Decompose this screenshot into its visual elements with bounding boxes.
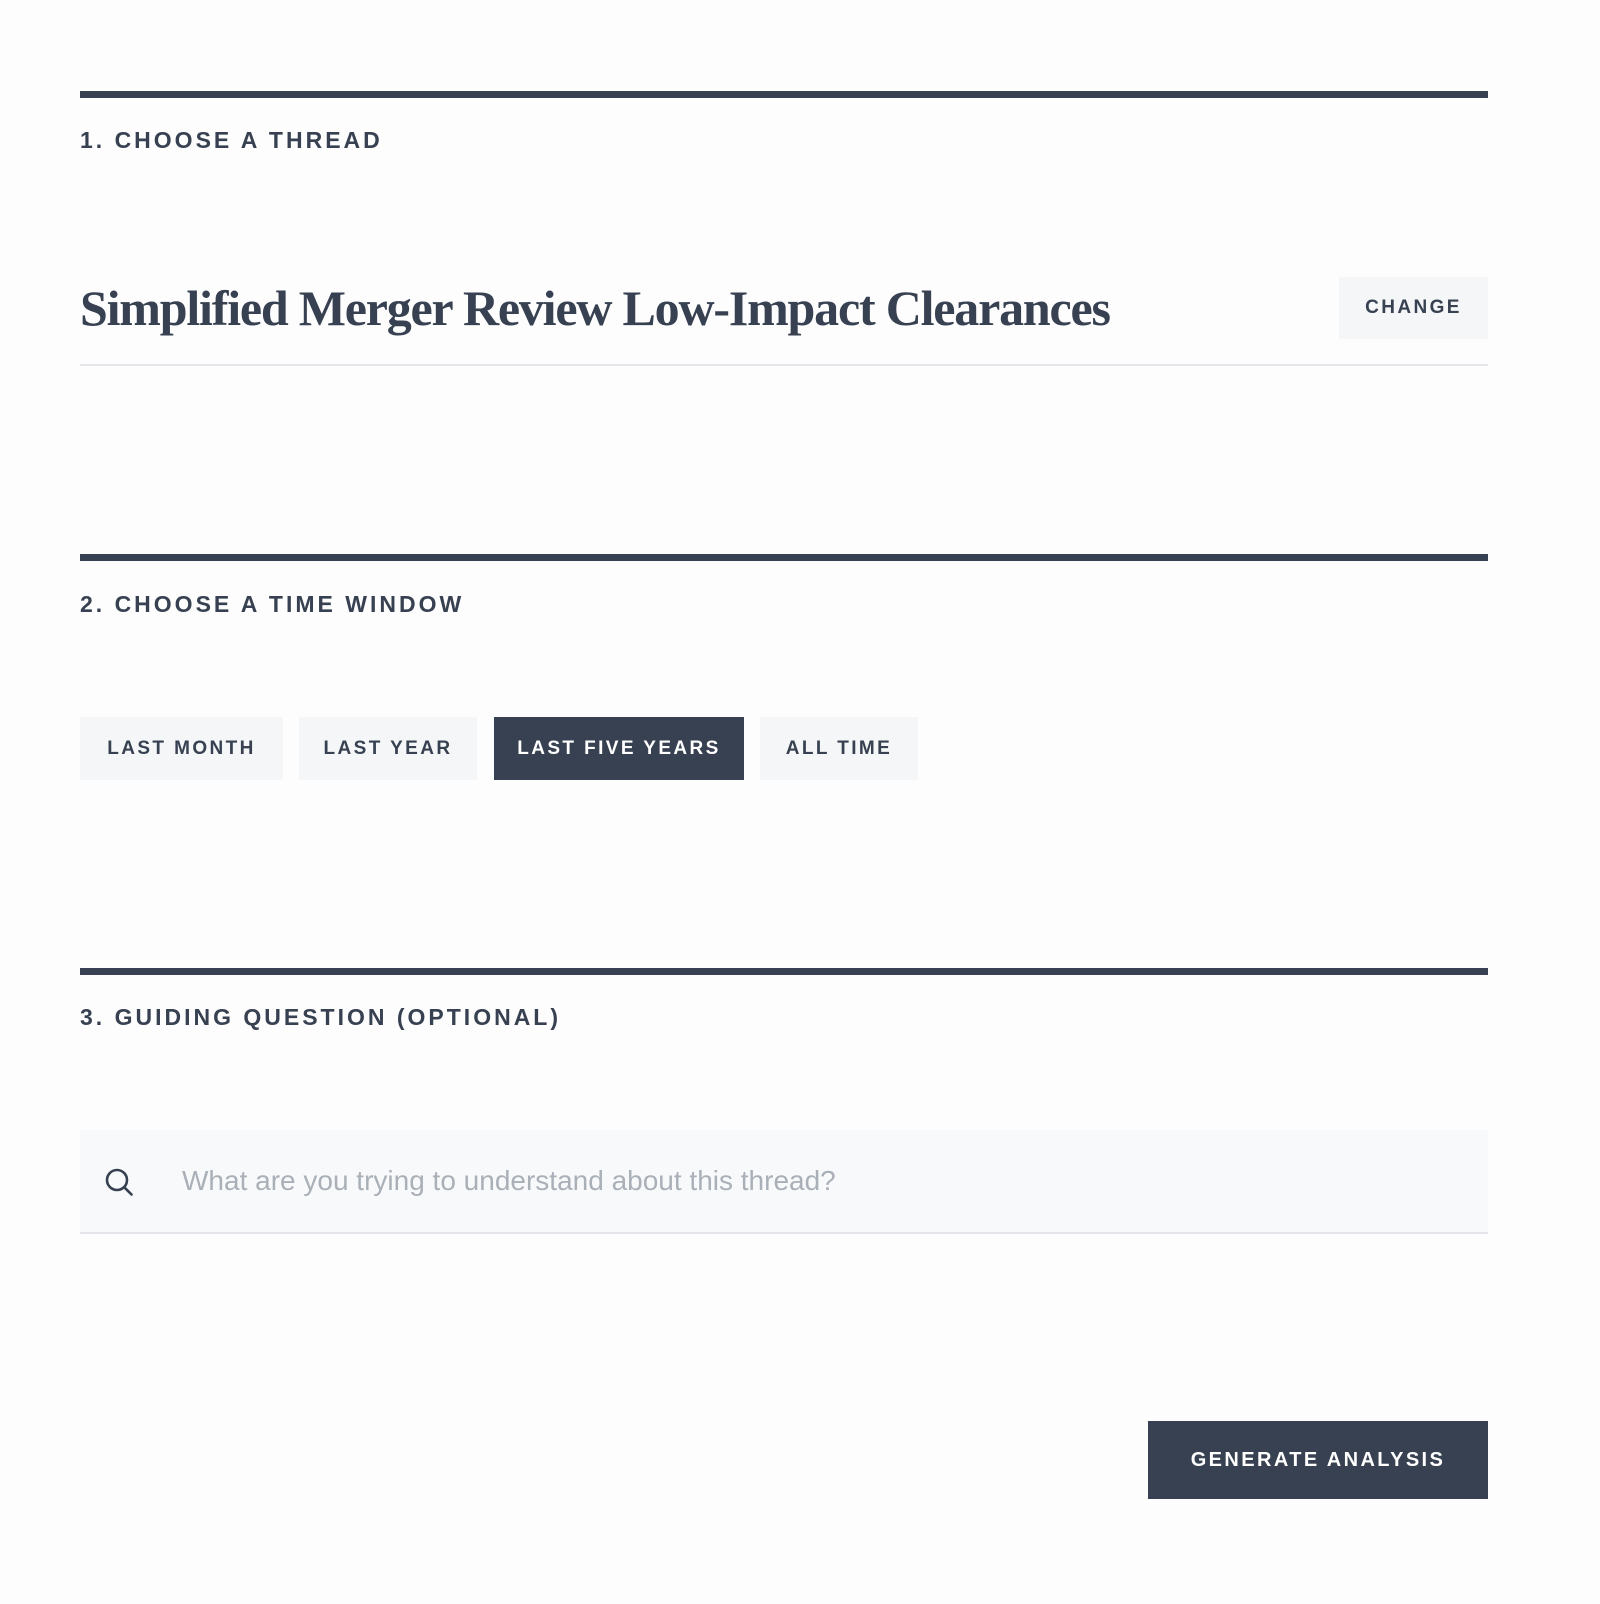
time-option-last-five-years[interactable]: LAST FIVE YEARS — [494, 717, 744, 780]
selected-thread-row: Simplified Merger Review Low-Impact Clea… — [80, 277, 1488, 339]
section-1-label: 1. CHOOSE A THREAD — [80, 127, 383, 153]
time-option-all-time[interactable]: ALL TIME — [760, 717, 918, 780]
change-thread-button[interactable]: CHANGE — [1339, 277, 1488, 339]
guiding-question-box — [80, 1130, 1488, 1232]
analysis-setup-form: 1. CHOOSE A THREAD Simplified Merger Rev… — [80, 0, 1488, 1604]
time-option-last-month[interactable]: LAST MONTH — [80, 717, 283, 780]
section-3-label: 3. GUIDING QUESTION (OPTIONAL) — [80, 1004, 562, 1030]
section-3-rule — [80, 968, 1488, 975]
thread-divider — [80, 364, 1488, 366]
section-2-rule — [80, 554, 1488, 561]
section-1-rule — [80, 91, 1488, 98]
time-option-last-year[interactable]: LAST YEAR — [299, 717, 477, 780]
guiding-question-input[interactable] — [182, 1130, 1462, 1232]
question-divider — [80, 1232, 1488, 1234]
section-2-label: 2. CHOOSE A TIME WINDOW — [80, 591, 465, 617]
selected-thread-title: Simplified Merger Review Low-Impact Clea… — [80, 280, 1111, 336]
time-window-options: LAST MONTH LAST YEAR LAST FIVE YEARS ALL… — [80, 717, 1488, 780]
search-icon — [104, 1167, 134, 1197]
generate-analysis-button[interactable]: GENERATE ANALYSIS — [1148, 1421, 1488, 1499]
